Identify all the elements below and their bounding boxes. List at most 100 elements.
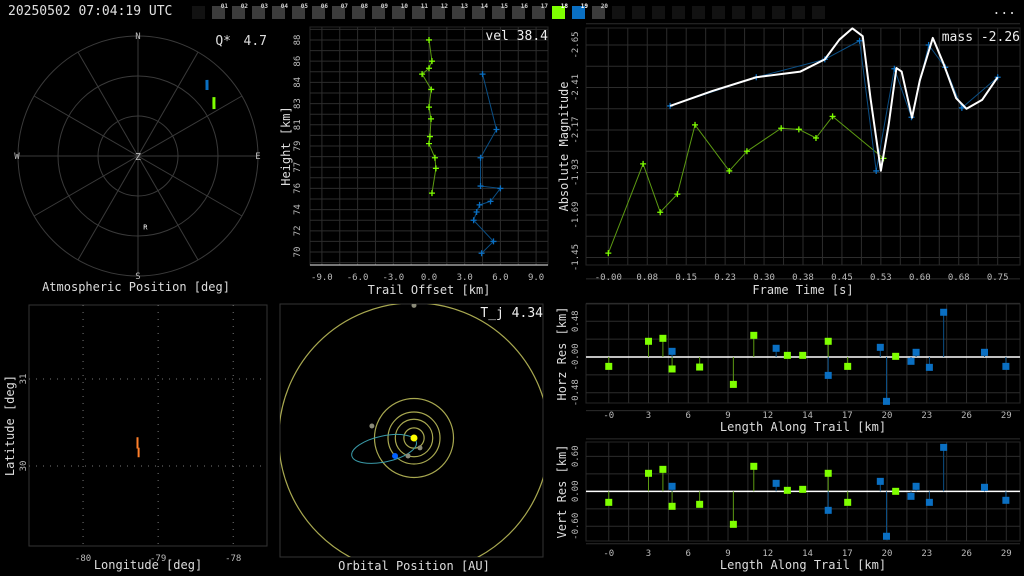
station_b-point (873, 167, 880, 174)
station_b-point (940, 308, 948, 316)
q-star-label: Q* (215, 34, 231, 49)
station_a-point (605, 250, 612, 257)
y-axis-label: Horz Res [km] (555, 307, 569, 401)
x-axis-label: Frame Time [s] (752, 283, 853, 297)
x-tick-label: -0 (603, 411, 614, 421)
dashboard-canvas: -9.0 -6.0 -3.0 0.0 3.0 6.0 9.0 88 86 84 83 81 79 77 76… (3, 23, 1021, 573)
y-tick-label: -2.65 (571, 31, 581, 58)
orbital-position-chart: T_j 4.34 Orbital Position [AU] (279, 303, 544, 573)
station_b-point (940, 443, 948, 451)
x-tick-label: 23 (921, 549, 932, 559)
station_b-point (1002, 362, 1010, 370)
fit-line (669, 27, 999, 172)
y-tick-label: -0.48 (571, 379, 581, 406)
station_b-point (925, 363, 933, 371)
label-north: N (135, 32, 140, 42)
label-east: E (255, 152, 260, 162)
x-tick-label: 0.0 (421, 273, 437, 283)
station_a-point (668, 502, 676, 510)
station_b-point (876, 477, 884, 485)
y-tick-label: -1.93 (571, 159, 581, 186)
station_b-point (476, 201, 483, 208)
station_b-point (493, 126, 500, 133)
station_a-point (750, 331, 758, 339)
station_b-point (668, 482, 676, 490)
y-tick-label: 0.48 (571, 310, 581, 332)
station_b-point (824, 506, 832, 514)
y-tick-label: -1.45 (571, 244, 581, 271)
station_a-point (645, 469, 653, 477)
station_a-point (783, 351, 791, 359)
stat-label: mass -2.26 (942, 30, 1020, 45)
station_a-point (696, 500, 704, 508)
x-tick-label: 29 (1001, 411, 1012, 421)
stat-label: vel 38.4 (485, 29, 548, 44)
y-tick-label: -2.41 (571, 74, 581, 101)
x-tick-label: 9.0 (528, 273, 544, 283)
station_a-point (426, 104, 432, 111)
station_a-point (645, 337, 653, 345)
station_a-point (844, 498, 852, 506)
x-tick-label: 0.60 (909, 273, 931, 283)
horz_res-chart: -0 3 6 9 12 14 17 20 23 26 290.48-0.00-0.48Length … (555, 302, 1021, 434)
station_a-point (659, 334, 667, 342)
x-tick-label: 3 (646, 549, 651, 559)
meteoroid-orbit (351, 433, 418, 464)
y-tick-label: 77 (293, 162, 303, 173)
y-axis-label: Absolute Magnitude (557, 81, 571, 211)
y-axis-label: Vert Res [km] (555, 445, 569, 539)
x-axis-label: Length Along Trail [km] (720, 558, 886, 572)
y-tick-label: 70 (293, 247, 303, 258)
station_b-point (912, 482, 920, 490)
x-tick-label: 0.45 (831, 273, 853, 283)
tj-label: T_j 4.34 (480, 306, 543, 321)
radiant-marker: R (143, 223, 148, 231)
station_b-point (882, 532, 890, 540)
station_a-point (640, 160, 647, 167)
x-tick-label: -6.0 (347, 273, 369, 283)
station_a-point (428, 58, 435, 65)
x-axis-label: Longitude [deg] (94, 558, 202, 572)
atmospheric-position-title: Atmospheric Position [deg] (42, 280, 230, 294)
plot-frame (28, 304, 268, 547)
x-tick-label: -0.00 (595, 273, 622, 283)
x-axis-label: Trail Offset [km] (368, 283, 491, 297)
station_b-point (772, 344, 780, 352)
label-zenith: Z (135, 152, 141, 163)
magnitude-chart: -0.00 0.08 0.15 0.23 0.30 0.38 0.45 0.53 0.60 0.6… (557, 23, 1021, 297)
station_b-point (980, 483, 988, 491)
x-tick-label: -3.0 (382, 273, 404, 283)
venus-marker (405, 453, 411, 459)
vert_res-chart: -0 3 6 9 12 14 17 20 23 26 290.600.00-0.60Length A… (555, 438, 1021, 572)
y-tick-label: 76 (293, 183, 303, 194)
x-tick-label: 0.38 (792, 273, 814, 283)
station_a-point (428, 190, 435, 197)
y-tick-label: 31 (19, 374, 29, 385)
station_a-point (729, 520, 737, 528)
y-tick-label: 0.60 (571, 445, 581, 467)
station_b-point (980, 348, 988, 356)
station_b-point (824, 371, 832, 379)
x-tick-label: 3 (646, 411, 651, 421)
x-tick-label: 3.0 (457, 273, 473, 283)
station_a-point (659, 465, 667, 473)
x-tick-label: 0.23 (714, 273, 736, 283)
y-tick-label: 84 (293, 77, 303, 88)
x-tick-label: 26 (961, 549, 972, 559)
height-chart: -9.0 -6.0 -3.0 0.0 3.0 6.0 9.0 88 86 84 83 81 79 77 76… (279, 26, 549, 297)
y-tick-label: -0.00 (571, 343, 581, 370)
x-tick-label: -78 (225, 554, 241, 564)
station_a-point (892, 487, 900, 495)
station_a-point (824, 469, 832, 477)
station_a-point (783, 486, 791, 494)
station_b-point (668, 347, 676, 355)
station_a-point (729, 380, 737, 388)
station_a-point (696, 363, 704, 371)
y-tick-label: 79 (293, 141, 303, 152)
x-tick-label: 6.0 (492, 273, 508, 283)
station_b-point (772, 479, 780, 487)
y-tick-label: 0.00 (571, 480, 581, 502)
station_a-point (892, 352, 900, 360)
orbital-position-title: Orbital Position [AU] (338, 559, 490, 573)
x-tick-label: 23 (921, 411, 932, 421)
